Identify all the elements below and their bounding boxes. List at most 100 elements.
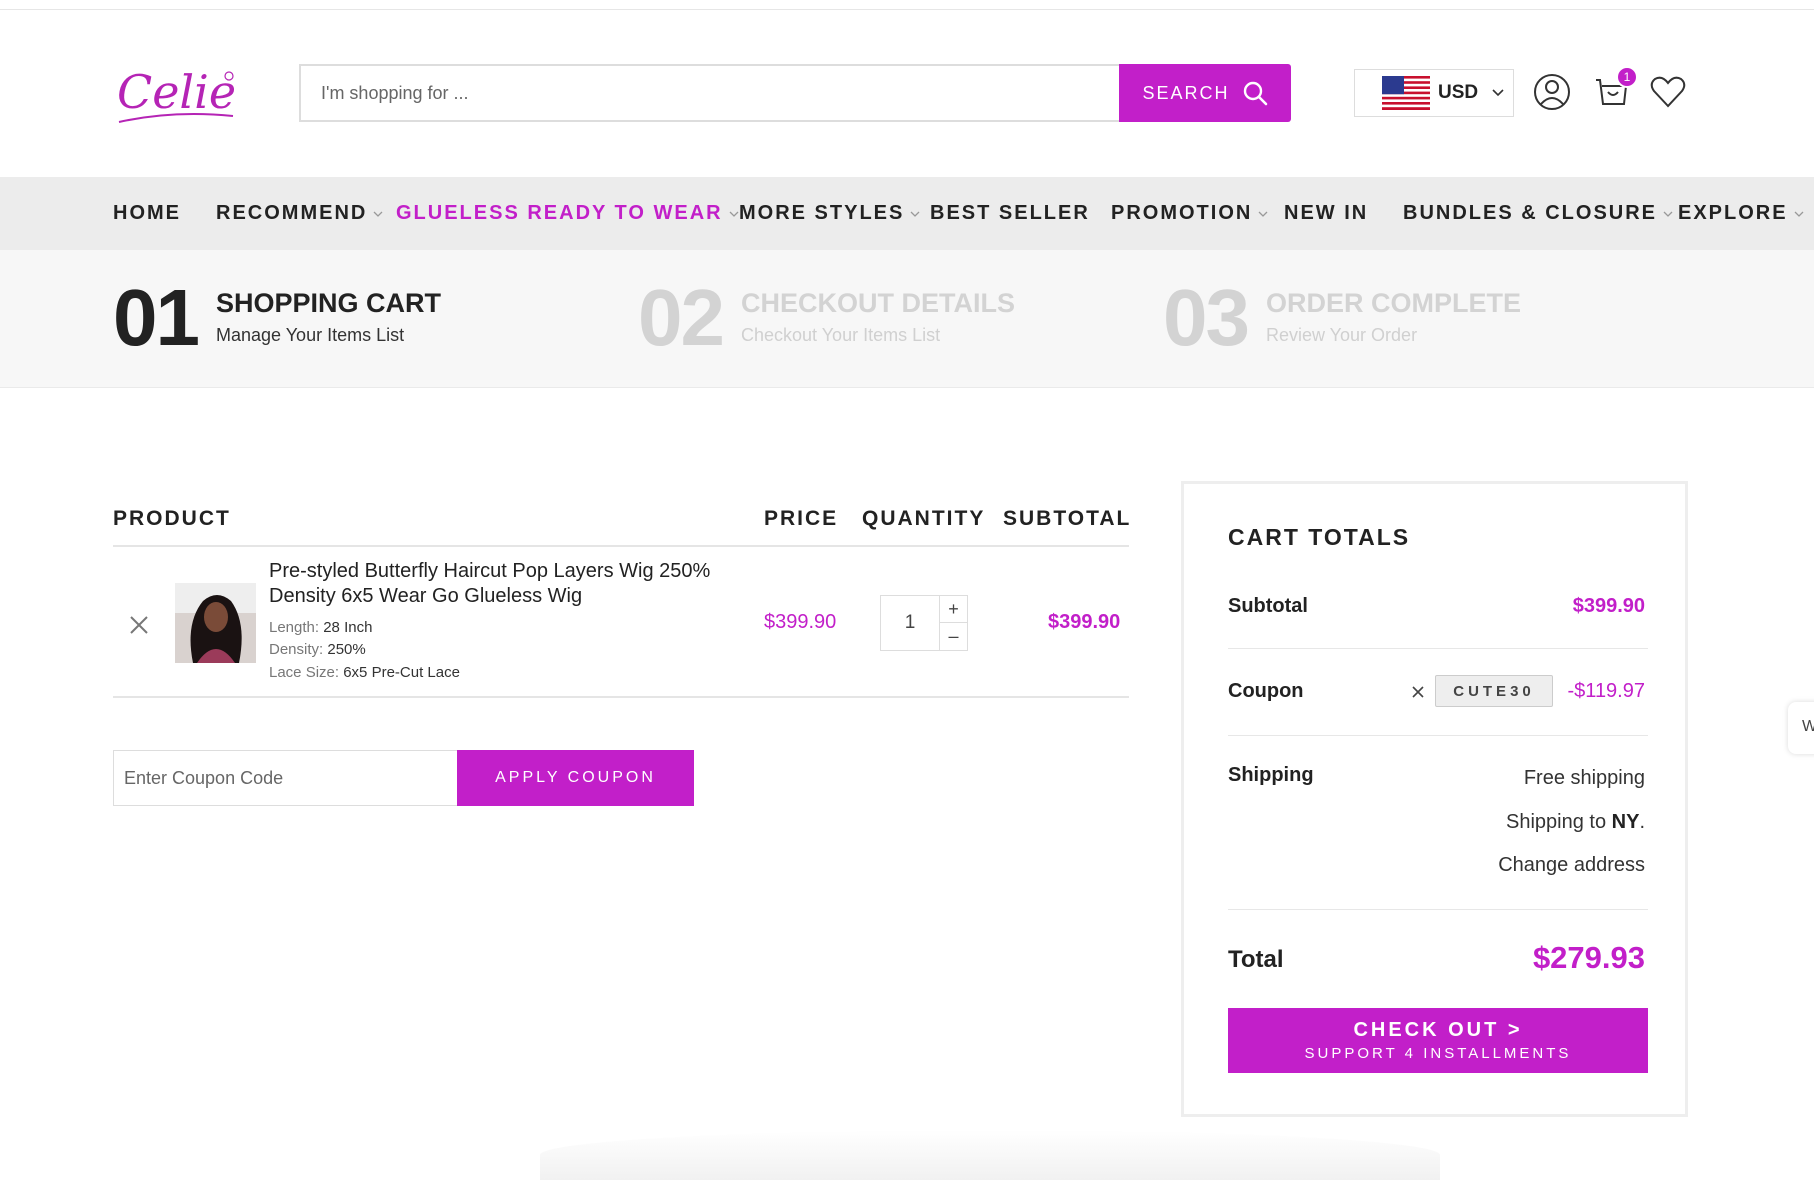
shipping-destination: Shipping to NY. bbox=[1506, 811, 1645, 834]
nav-item-promotion[interactable]: PROMOTION bbox=[1111, 202, 1268, 225]
currency-code: USD bbox=[1438, 82, 1479, 103]
step-number: 02 bbox=[638, 273, 725, 362]
nav-item-label: PROMOTION bbox=[1111, 202, 1253, 224]
nav-item-label: NEW IN bbox=[1284, 202, 1369, 224]
bottom-shadow bbox=[540, 1130, 1440, 1180]
shipping-to-suffix: . bbox=[1639, 811, 1645, 833]
chevron-down-icon bbox=[1663, 211, 1673, 217]
cart-count-badge: 1 bbox=[1616, 66, 1638, 88]
attr-value: 6x5 Pre-Cut Lace bbox=[343, 664, 460, 681]
col-header-subtotal: SUBTOTAL bbox=[1003, 507, 1132, 530]
attr-label: Density: bbox=[269, 641, 324, 658]
cart-totals-panel: CART TOTALS Subtotal $399.90 Coupon CUTE… bbox=[1181, 481, 1688, 1117]
subtotal-label: Subtotal bbox=[1228, 595, 1308, 617]
nav-item-explore[interactable]: EXPLORE bbox=[1678, 202, 1804, 225]
side-widget-tab[interactable]: W bbox=[1788, 702, 1814, 754]
main-nav: HOME RECOMMEND GLUELESS READY TO WEAR MO… bbox=[0, 177, 1814, 250]
product-attr-length: Length: 28 Inch bbox=[269, 619, 372, 636]
search-button-label: SEARCH bbox=[1142, 82, 1230, 103]
chevron-down-icon bbox=[1492, 89, 1504, 97]
nav-item-label: HOME bbox=[113, 202, 181, 224]
nav-item-glueless[interactable]: GLUELESS READY TO WEAR bbox=[396, 202, 739, 225]
attr-label: Length: bbox=[269, 619, 320, 636]
nav-item-label: BEST SELLER bbox=[930, 202, 1090, 224]
table-header-divider bbox=[113, 545, 1129, 547]
celie-logo[interactable]: Celie bbox=[113, 60, 239, 130]
nav-item-label: RECOMMEND bbox=[216, 202, 368, 224]
currency-selector[interactable]: USD bbox=[1354, 69, 1514, 117]
shipping-method: Free shipping bbox=[1523, 767, 1645, 789]
coupon-discount-value: -$119.97 bbox=[1567, 680, 1645, 702]
quantity-stepper: 1 + – bbox=[880, 595, 968, 651]
totals-divider bbox=[1228, 909, 1648, 910]
nav-item-label: EXPLORE bbox=[1678, 202, 1788, 224]
svg-text:Celie: Celie bbox=[117, 65, 236, 119]
checkout-button[interactable]: CHECK OUT > SUPPORT 4 INSTALLMENTS bbox=[1228, 1008, 1648, 1073]
checkout-steps: 01 SHOPPING CART Manage Your Items List … bbox=[0, 250, 1814, 388]
chevron-down-icon bbox=[373, 211, 383, 217]
product-image bbox=[175, 583, 256, 663]
item-price: $399.90 bbox=[764, 611, 837, 633]
step-shopping-cart: 01 SHOPPING CART Manage Your Items List bbox=[113, 278, 441, 358]
step-order-complete: 03 ORDER COMPLETE Review Your Order bbox=[1163, 278, 1521, 358]
coupon-label: Coupon bbox=[1228, 680, 1304, 702]
totals-divider bbox=[1228, 735, 1648, 736]
table-row-divider bbox=[113, 696, 1129, 698]
cart-totals-title: CART TOTALS bbox=[1228, 524, 1411, 550]
checkout-button-label: CHECK OUT > bbox=[1353, 1019, 1523, 1041]
coupon-code-input[interactable] bbox=[113, 750, 458, 806]
nav-item-label: GLUELESS READY TO WEAR bbox=[396, 202, 723, 224]
nav-item-label: BUNDLES & CLOSURE bbox=[1403, 202, 1658, 224]
coupon-code-tag: CUTE30 bbox=[1435, 675, 1553, 707]
step-title: ORDER COMPLETE bbox=[1265, 288, 1521, 318]
site-header: Celie SEARCH USD bbox=[0, 10, 1814, 177]
product-name[interactable]: Pre-styled Butterfly Haircut Pop Layers … bbox=[269, 559, 749, 609]
nav-item-new-in[interactable]: NEW IN bbox=[1284, 202, 1368, 225]
checkout-button-sublabel: SUPPORT 4 INSTALLMENTS bbox=[1304, 1045, 1572, 1062]
quantity-increase-button[interactable]: + bbox=[939, 596, 967, 623]
col-header-product: PRODUCT bbox=[113, 507, 231, 530]
total-label: Total bbox=[1228, 946, 1284, 973]
change-address-link[interactable]: Change address bbox=[1498, 854, 1645, 877]
col-header-price: PRICE bbox=[764, 507, 839, 530]
nav-item-recommend[interactable]: RECOMMEND bbox=[216, 202, 383, 225]
product-thumbnail[interactable] bbox=[175, 583, 256, 663]
chevron-down-icon bbox=[1258, 211, 1268, 217]
nav-item-more-styles[interactable]: MORE STYLES bbox=[739, 202, 920, 225]
step-number: 01 bbox=[113, 273, 200, 362]
chevron-down-icon bbox=[1794, 211, 1804, 217]
nav-item-bundles-closure[interactable]: BUNDLES & CLOSURE bbox=[1403, 202, 1673, 225]
remove-coupon-icon[interactable] bbox=[1410, 684, 1426, 700]
nav-item-best-seller[interactable]: BEST SELLER bbox=[930, 202, 1090, 225]
item-subtotal: $399.90 bbox=[1048, 611, 1121, 633]
subtotal-value: $399.90 bbox=[1572, 595, 1645, 617]
total-value: $279.93 bbox=[1532, 940, 1645, 975]
step-title: SHOPPING CART bbox=[215, 288, 442, 318]
search-button[interactable]: SEARCH bbox=[1119, 64, 1291, 122]
col-header-quantity: QUANTITY bbox=[862, 507, 986, 530]
attr-value: 28 Inch bbox=[323, 619, 373, 636]
attr-label: Lace Size: bbox=[269, 664, 340, 681]
product-attr-density: Density: 250% bbox=[269, 641, 366, 658]
chevron-down-icon bbox=[910, 211, 920, 217]
shipping-to-prefix: Shipping to bbox=[1506, 811, 1612, 833]
us-flag-icon bbox=[1382, 76, 1430, 110]
apply-coupon-button[interactable]: APPLY COUPON bbox=[457, 750, 694, 806]
shipping-to-state: NY bbox=[1611, 811, 1640, 833]
step-subtitle: Manage Your Items List bbox=[215, 325, 405, 345]
shipping-label: Shipping bbox=[1228, 764, 1314, 786]
heart-icon[interactable] bbox=[1648, 72, 1688, 112]
quantity-value[interactable]: 1 bbox=[881, 596, 939, 650]
quantity-decrease-button[interactable]: – bbox=[939, 623, 967, 650]
search-input[interactable] bbox=[299, 64, 1119, 122]
user-icon[interactable] bbox=[1532, 72, 1572, 112]
step-title: CHECKOUT DETAILS bbox=[740, 288, 1015, 318]
nav-item-label: MORE STYLES bbox=[739, 202, 905, 224]
step-checkout-details: 02 CHECKOUT DETAILS Checkout Your Items … bbox=[638, 278, 1015, 358]
chevron-down-icon bbox=[729, 211, 739, 217]
product-attr-lace-size: Lace Size: 6x5 Pre-Cut Lace bbox=[269, 664, 460, 681]
search-bar: SEARCH bbox=[299, 64, 1291, 122]
attr-value: 250% bbox=[327, 641, 366, 658]
close-icon[interactable] bbox=[128, 614, 150, 636]
nav-item-home[interactable]: HOME bbox=[113, 202, 181, 225]
